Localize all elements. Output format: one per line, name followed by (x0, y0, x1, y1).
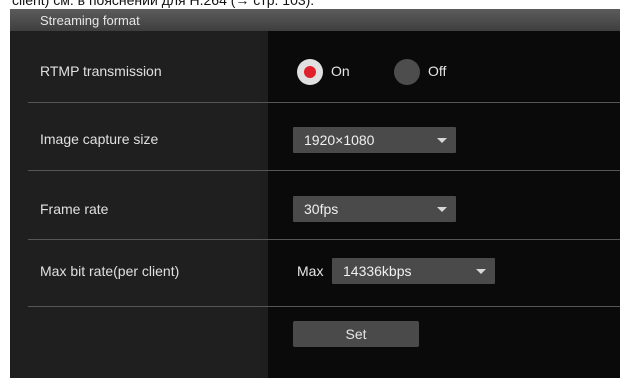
image-capture-size-label: Image capture size (40, 131, 159, 147)
row-divider (28, 170, 620, 171)
frame-rate-label: Frame rate (40, 201, 109, 217)
rtmp-off-radio[interactable] (394, 59, 420, 85)
frame-rate-value: 30fps (304, 201, 339, 217)
rtmp-transmission-label: RTMP transmission (40, 63, 162, 79)
section-title: Streaming format (40, 13, 140, 28)
image-capture-size-select[interactable]: 1920×1080 (293, 127, 456, 153)
chevron-down-icon (476, 269, 486, 274)
rtmp-off-label[interactable]: Off (428, 63, 446, 79)
page-text-fragment: client) см. в пояснении для H.264 (→ стр… (0, 0, 620, 9)
rtmp-on-radio[interactable] (297, 59, 323, 85)
image-capture-size-value: 1920×1080 (304, 132, 375, 148)
frame-rate-select[interactable]: 30fps (293, 196, 456, 222)
max-bit-rate-select[interactable]: 14336kbps (332, 258, 495, 284)
max-prefix-label: Max (297, 263, 324, 279)
max-bit-rate-label: Max bit rate(per client) (40, 263, 180, 279)
row-divider (28, 306, 620, 307)
section-header: Streaming format (10, 9, 620, 31)
streaming-format-panel: Streaming format RTMP transmission On Of… (10, 9, 620, 378)
row-divider (28, 239, 620, 240)
max-bit-rate-value: 14336kbps (343, 263, 412, 279)
page-text-fragment-text: client) см. в пояснении для H.264 (→ стр… (12, 0, 315, 8)
chevron-down-icon (437, 207, 447, 212)
set-button[interactable]: Set (293, 321, 419, 347)
row-divider (28, 102, 620, 103)
rtmp-on-label[interactable]: On (331, 63, 350, 79)
chevron-down-icon (437, 138, 447, 143)
